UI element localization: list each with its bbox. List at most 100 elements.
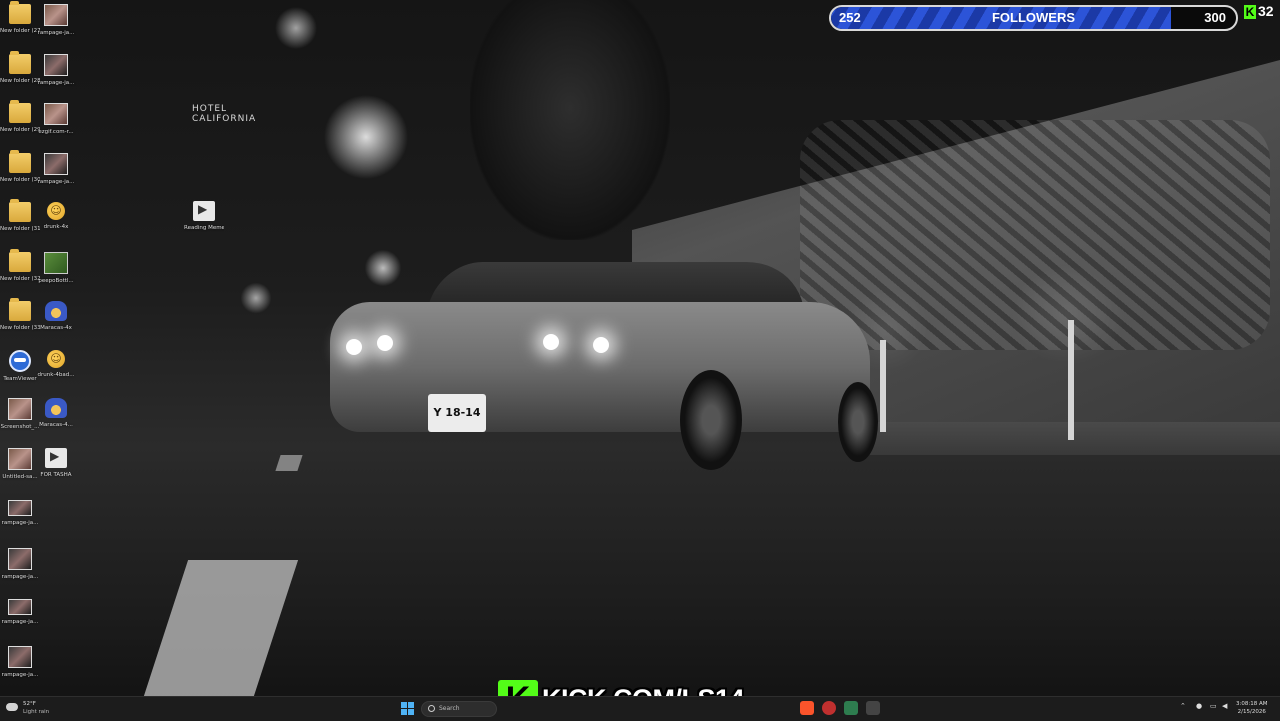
car-tail-light: [377, 335, 393, 351]
desktop-icon-maracas-2[interactable]: Maracas-4...: [36, 398, 76, 429]
desktop-icon-label: Reading Memes ...: [184, 225, 224, 231]
tray-chevron-icon[interactable]: ⌃: [1180, 702, 1186, 710]
windows-logo-icon-part: [401, 709, 407, 715]
desktop-icon-new-folder-30[interactable]: New folder (30): [0, 150, 40, 184]
desktop-icon-peepobottle[interactable]: peepoBottl...: [36, 252, 76, 285]
followers-goal-count: 300: [1204, 10, 1226, 25]
taskbar-clock[interactable]: 3:08:18 AM 2/15/2026: [1236, 700, 1267, 716]
desktop-icon-label: New folder (33): [0, 325, 40, 331]
folder-icon: [9, 199, 31, 222]
desktop-icon-reading-memes[interactable]: Reading Memes ...: [184, 201, 224, 232]
followers-goal-title: FOLLOWERS: [991, 10, 1076, 25]
car-body: [330, 302, 870, 432]
maracas-emote-icon: [45, 398, 67, 418]
volume-icon[interactable]: ◀: [1222, 702, 1227, 710]
desktop-icon-rampage[interactable]: rampage-ja...: [0, 500, 40, 527]
weather-temperature: 52°F: [23, 701, 36, 707]
image-thumbnail-icon: [8, 548, 32, 570]
image-thumbnail-icon: [44, 54, 68, 76]
folder-icon: [9, 150, 31, 173]
desktop-icon-new-folder-31[interactable]: New folder (31): [0, 199, 40, 233]
desktop-icon-new-folder-33[interactable]: New folder (33): [0, 298, 40, 332]
desktop-icon-label: rampage-ja...: [1, 574, 39, 580]
desktop-wallpaper: HOTEL CALIFORNIA Y 18-14: [0, 0, 1280, 720]
clock-date: 2/15/2026: [1237, 709, 1266, 715]
brave-browser-icon[interactable]: [800, 701, 814, 715]
image-thumbnail-icon: [44, 103, 68, 125]
desktop-icon-label: Maracas-4x: [40, 325, 72, 331]
maracas-emote-icon: [45, 301, 67, 321]
search-placeholder: Search: [439, 705, 460, 712]
image-thumbnail-icon: [8, 646, 32, 668]
followers-current-count: 252: [839, 10, 861, 25]
desktop-icon-label: FOR TASHA: [40, 472, 72, 478]
weather-condition: Light rain: [23, 709, 50, 715]
desktop-icon-new-folder-29[interactable]: New folder (29): [0, 100, 40, 134]
desktop-icon-label: rampage-ja...: [37, 30, 75, 36]
image-thumbnail-icon: [44, 153, 68, 175]
wallpaper-tree: [470, 0, 670, 240]
folder-icon: [9, 249, 31, 272]
search-icon: [428, 705, 435, 712]
desktop-icon-teamviewer[interactable]: TeamViewer: [0, 350, 40, 383]
taskbar-search-box[interactable]: Search: [421, 701, 497, 717]
drunk-emoji-icon: ☺: [47, 202, 65, 220]
desktop-icon-new-folder-27[interactable]: New folder (27): [0, 1, 40, 35]
desktop-icon-label: TeamViewer: [3, 376, 37, 382]
car-tail-light: [593, 337, 609, 353]
video-file-icon: [45, 448, 67, 468]
desktop-icon-rampage[interactable]: rampage-ja...: [0, 548, 40, 581]
wallpaper-street-lamp: [1068, 320, 1074, 440]
desktop-icon-drunk[interactable]: ☺ drunk-4x: [36, 202, 76, 231]
desktop-icon-rampage[interactable]: rampage-ja...: [0, 646, 40, 679]
terminal-app-icon[interactable]: [866, 701, 880, 715]
desktop-icon-maracas[interactable]: Maracas-4x: [36, 301, 76, 332]
network-icon[interactable]: ▭: [1210, 702, 1217, 710]
teamviewer-icon: [9, 350, 31, 372]
desktop-icon-label: rampage-ja...: [37, 80, 75, 86]
desktop-icon-label: ezgif.com-r...: [38, 129, 74, 135]
kick-count: 32: [1258, 3, 1274, 19]
desktop-icon-label: Maracas-4...: [39, 422, 73, 428]
desktop-icon-label: rampage-ja...: [37, 179, 75, 185]
desktop-icon-ezgif[interactable]: ezgif.com-r...: [36, 103, 76, 136]
microphone-icon[interactable]: ●: [1196, 702, 1202, 710]
desktop-icon-screenshot[interactable]: Screenshot_...: [0, 398, 40, 431]
desktop-icon-for-tasha[interactable]: FOR TASHA: [36, 448, 76, 479]
windows-logo-icon-part: [408, 702, 414, 708]
wallpaper-hotel-sign: HOTEL CALIFORNIA: [192, 104, 257, 124]
car-license-plate: Y 18-14: [428, 394, 486, 432]
desktop-icon-rampage[interactable]: rampage-ja...: [0, 599, 40, 626]
desktop-icon-label: drunk-4bad...: [37, 372, 75, 378]
taskbar: 52°F Light rain Search ⌃ ● ▭ ◀ 3:08:18 A…: [0, 696, 1280, 721]
desktop-icon-rampage[interactable]: rampage-ja...: [36, 4, 76, 37]
desktop-icon-label: rampage-ja...: [1, 619, 39, 625]
desktop-icon-label: New folder (31): [0, 226, 40, 232]
desktop-icon-label: Screenshot_...: [0, 424, 40, 430]
desktop-icon-label: rampage-ja...: [1, 672, 39, 678]
drunk-emoji-icon: ☺: [47, 350, 65, 368]
followers-goal-bar: FOLLOWERS 252 300: [829, 5, 1238, 31]
desktop-icon-label: New folder (29): [0, 127, 40, 133]
windows-start-button[interactable]: [401, 702, 414, 715]
desktop-icon-drunk-bad[interactable]: ☺ drunk-4bad...: [36, 350, 76, 379]
desktop-icon-label: peepoBottl...: [38, 278, 74, 284]
desktop-icon-rampage[interactable]: rampage-ja...: [36, 153, 76, 186]
car-wheel: [838, 382, 878, 462]
folder-icon: [9, 298, 31, 321]
red-app-icon[interactable]: [822, 701, 836, 715]
desktop-icon-untitled[interactable]: Untitled-sa...: [0, 448, 40, 481]
excel-like-app-icon[interactable]: [844, 701, 858, 715]
desktop-icon-new-folder-28[interactable]: New folder (28): [0, 51, 40, 85]
desktop-icon-label: New folder (27): [0, 28, 40, 34]
windows-logo-icon-part: [408, 709, 414, 715]
video-file-icon: [193, 201, 215, 221]
car-wheel: [680, 370, 742, 470]
desktop-icon-label: Untitled-sa...: [2, 474, 38, 480]
image-thumbnail-icon: [8, 448, 32, 470]
image-thumbnail-icon: [44, 4, 68, 26]
desktop-icon-rampage[interactable]: rampage-ja...: [36, 54, 76, 87]
kick-viewer-count: K 32: [1244, 2, 1274, 22]
desktop-icon-new-folder-32[interactable]: New folder (32): [0, 249, 40, 283]
car-tail-light: [346, 339, 362, 355]
